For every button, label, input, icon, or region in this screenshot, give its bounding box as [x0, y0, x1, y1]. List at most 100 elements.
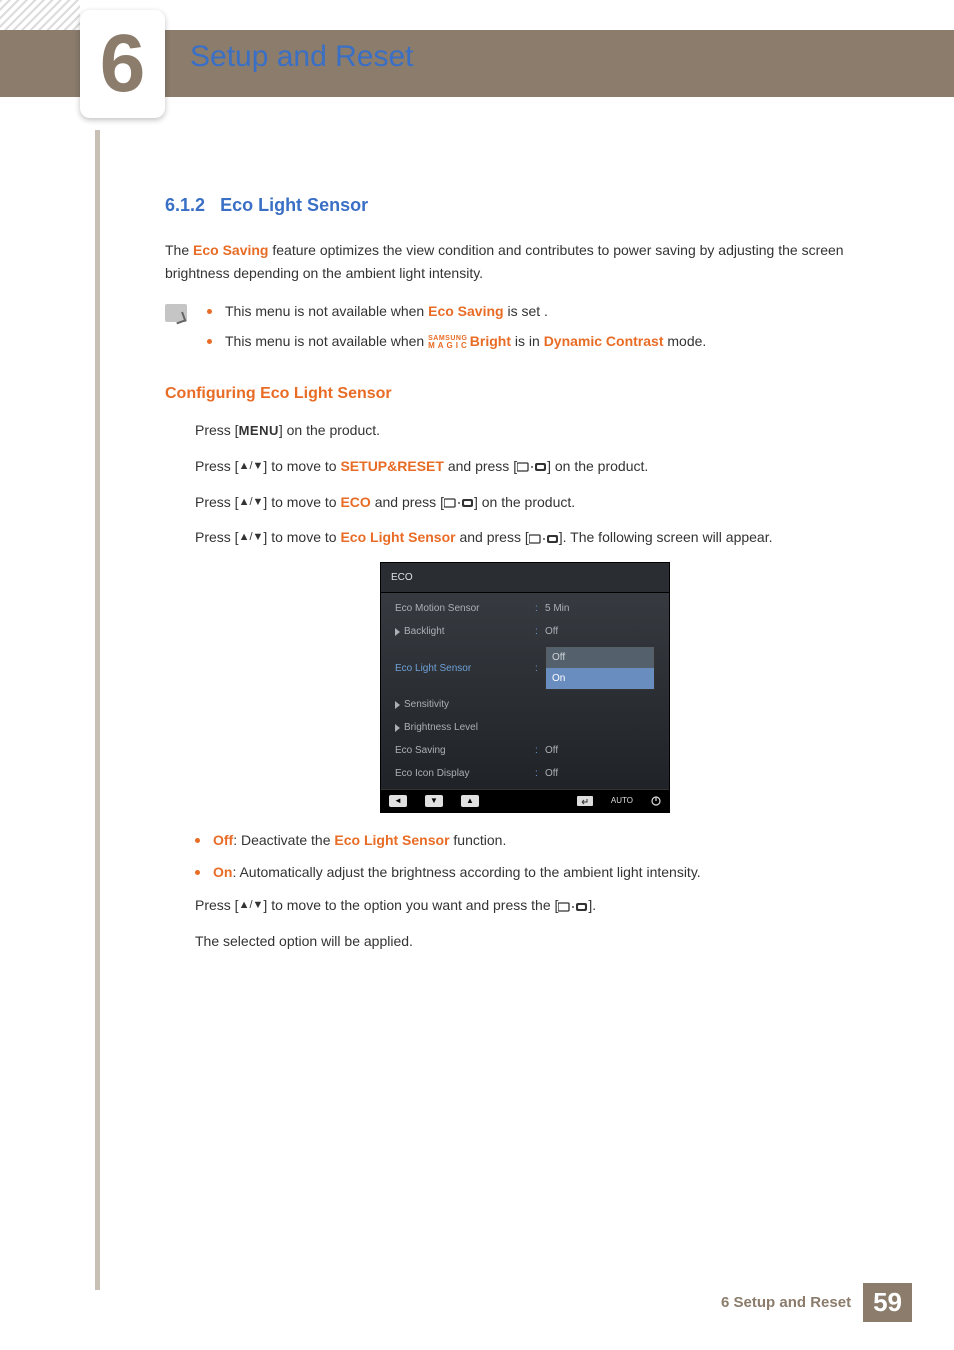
osd-enter-icon	[577, 796, 593, 806]
osd-label: Eco Saving	[395, 742, 535, 759]
tail-step-2: The selected option will be applied.	[195, 930, 885, 954]
section-number: 6.1.2	[165, 195, 205, 215]
text: ] to move to the option you want and pre…	[263, 897, 558, 913]
text: ] on the product.	[279, 422, 380, 438]
triangle-right-icon	[395, 701, 400, 709]
text: ] to move to	[263, 529, 340, 545]
text: : Deactivate the	[233, 832, 334, 848]
osd-label: Brightness Level	[395, 719, 535, 736]
link: Eco Light Sensor	[334, 832, 449, 848]
text: is in	[511, 333, 544, 349]
eco-saving-link: Eco Saving	[193, 242, 268, 258]
note-list: This menu is not available when Eco Savi…	[207, 300, 706, 360]
page-footer: 6 Setup and Reset 59	[721, 1283, 912, 1322]
text: and press [	[371, 494, 444, 510]
text: Press [	[195, 494, 239, 510]
text: ] on the product.	[547, 458, 648, 474]
osd-row: Eco Icon Display : Off	[381, 762, 669, 785]
text: is set .	[504, 303, 548, 319]
text: MAGIC	[428, 342, 470, 350]
osd-label: Sensitivity	[395, 696, 535, 713]
link: Dynamic Contrast	[544, 333, 664, 349]
osd-row: Backlight : Off	[381, 620, 669, 643]
link: Eco Saving	[428, 303, 503, 319]
sub-heading: Configuring Eco Light Sensor	[165, 380, 885, 407]
osd-option-on: On	[546, 668, 654, 689]
text: The	[165, 242, 193, 258]
steps-list: Press [MENU] on the product. Press [▲/▼]…	[165, 419, 885, 550]
osd-row-selected: Eco Light Sensor : Off On	[381, 643, 669, 693]
osd-nav-up-icon: ▲	[461, 795, 479, 807]
osd-nav-down-icon: ▼	[425, 795, 443, 807]
osd-label: Eco Motion Sensor	[395, 600, 535, 617]
enter-source-icon	[444, 497, 474, 509]
text: and press [	[444, 458, 517, 474]
label: Off	[213, 832, 233, 848]
page-content: 6.1.2 Eco Light Sensor The Eco Saving fe…	[165, 190, 885, 966]
option-on: On: Automatically adjust the brightness …	[195, 861, 885, 885]
note-item: This menu is not available when Eco Savi…	[207, 300, 706, 324]
note-icon	[165, 304, 187, 322]
step-2: Press [▲/▼] to move to SETUP&RESET and p…	[195, 455, 885, 479]
text: Brightness Level	[404, 722, 478, 733]
osd-auto-label: AUTO	[611, 794, 633, 808]
section-title: Eco Light Sensor	[220, 195, 368, 215]
colon: :	[535, 600, 545, 617]
up-down-icon: ▲/▼	[239, 457, 264, 476]
link: Eco Light Sensor	[340, 529, 455, 545]
triangle-right-icon	[395, 628, 400, 636]
chapter-title: Setup and Reset	[190, 40, 414, 74]
link: ECO	[340, 494, 370, 510]
option-off: Off: Deactivate the Eco Light Sensor fun…	[195, 829, 885, 853]
osd-row: Eco Motion Sensor : 5 Min	[381, 597, 669, 620]
enter-source-icon	[558, 901, 588, 913]
chapter-badge: 6	[80, 10, 165, 118]
link: SETUP&RESET	[340, 458, 443, 474]
text: Press [	[195, 458, 239, 474]
samsung-magic-logo: SAMSUNGMAGIC	[428, 335, 470, 350]
step-4: Press [▲/▼] to move to Eco Light Sensor …	[195, 526, 885, 550]
text: Press [	[195, 897, 239, 913]
text: ].	[588, 897, 596, 913]
osd-row: Brightness Level	[381, 716, 669, 739]
colon: :	[535, 765, 545, 782]
text: Sensitivity	[404, 699, 449, 710]
text: This menu is not available when	[225, 303, 428, 319]
colon: :	[535, 742, 545, 759]
step-3: Press [▲/▼] to move to ECO and press [ ] …	[195, 491, 885, 515]
chapter-number: 6	[100, 23, 146, 105]
osd-footer: ◄ ▼ ▲ AUTO	[381, 789, 669, 812]
note-block: This menu is not available when Eco Savi…	[165, 300, 885, 360]
corner-hatch	[0, 0, 80, 30]
osd-screenshot: ECO Eco Motion Sensor : 5 Min Backlight …	[380, 562, 670, 813]
text: ] on the product.	[474, 494, 575, 510]
text: ] to move to	[263, 494, 340, 510]
tail-step-1: Press [▲/▼] to move to the option you wa…	[195, 894, 885, 918]
menu-button-label: MENU	[239, 423, 279, 438]
colon: :	[535, 660, 545, 677]
triangle-right-icon	[395, 724, 400, 732]
enter-source-icon	[529, 533, 559, 545]
osd-row: Eco Saving : Off	[381, 739, 669, 762]
step-1: Press [MENU] on the product.	[195, 419, 885, 443]
osd-row: Sensitivity	[381, 693, 669, 716]
osd-title: ECO	[381, 563, 669, 593]
osd-value: 5 Min	[545, 600, 655, 617]
osd-label: Eco Light Sensor	[395, 660, 535, 677]
tail-steps: Press [▲/▼] to move to the option you wa…	[165, 894, 885, 954]
up-down-icon: ▲/▼	[239, 896, 264, 915]
up-down-icon: ▲/▼	[239, 493, 264, 512]
text: This menu is not available when	[225, 333, 428, 349]
option-descriptions: Off: Deactivate the Eco Light Sensor fun…	[165, 829, 885, 885]
intro-paragraph: The Eco Saving feature optimizes the vie…	[165, 239, 885, 287]
osd-value: Off	[545, 765, 655, 782]
label: On	[213, 864, 232, 880]
osd-nav-left-icon: ◄	[389, 795, 407, 807]
page-number: 59	[863, 1283, 912, 1322]
text: mode.	[664, 333, 707, 349]
text: Press [	[195, 422, 239, 438]
footer-chapter: 6 Setup and Reset	[721, 1294, 851, 1311]
text: Backlight	[404, 626, 445, 637]
text: : Automatically adjust the brightness ac…	[232, 864, 700, 880]
colon: :	[535, 623, 545, 640]
